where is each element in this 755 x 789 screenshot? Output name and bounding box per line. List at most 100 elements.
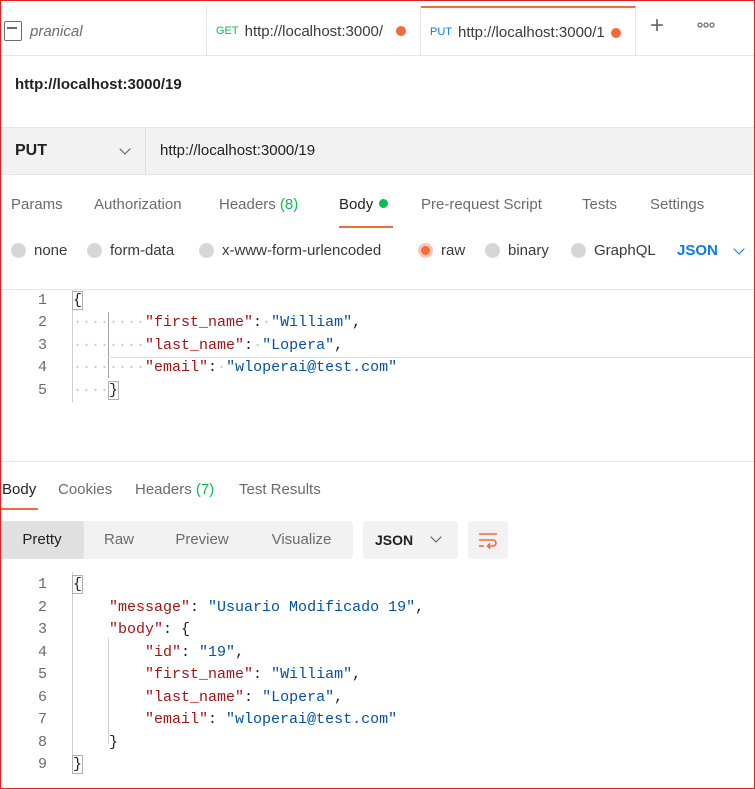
line-number: 5 xyxy=(37,382,47,399)
response-tab-headers[interactable]: Headers (7) xyxy=(135,481,214,498)
code-line: "email": "wloperai@test.com" xyxy=(145,711,398,728)
json-value: "Lopera" xyxy=(262,689,335,706)
radio-urlencoded[interactable]: x-www-form-urlencoded xyxy=(199,242,381,259)
tab-body-label: Body xyxy=(339,196,374,213)
radio-label: raw xyxy=(441,242,466,259)
radio-label: none xyxy=(34,242,68,259)
radio-icon xyxy=(485,243,500,258)
code-brace: { xyxy=(71,575,84,594)
response-body-viewer[interactable]: 1 2 3 4 5 6 7 8 9 { "message": "Usuario … xyxy=(0,572,755,782)
line-number: 6 xyxy=(37,689,47,706)
json-value: "19" xyxy=(199,644,236,661)
line-number: 5 xyxy=(37,666,47,683)
radio-none[interactable]: none xyxy=(11,242,67,259)
radio-icon xyxy=(87,243,102,258)
json-value: "Lopera" xyxy=(262,337,335,354)
unsaved-dot-icon xyxy=(611,28,621,38)
json-value: "wloperai@test.com" xyxy=(226,711,398,728)
radio-graphql[interactable]: GraphQL xyxy=(571,242,656,259)
response-format-select[interactable]: JSON xyxy=(363,521,458,559)
tab-method: PUT xyxy=(430,26,452,38)
json-value: "Usuario Modificado 19" xyxy=(208,599,416,616)
json-key: "last_name" xyxy=(145,337,245,354)
wrap-lines-icon xyxy=(479,533,497,550)
response-format-label: JSON xyxy=(375,532,414,548)
json-key: "body" xyxy=(109,621,164,638)
tab-prerequest-script[interactable]: Pre-request Script xyxy=(421,196,542,213)
response-headers-count: (7) xyxy=(195,481,215,498)
radio-icon xyxy=(199,243,214,258)
headers-count: (8) xyxy=(279,196,299,213)
code-line: } xyxy=(73,734,118,751)
body-indicator-icon xyxy=(379,199,389,208)
line-number: 1 xyxy=(37,292,47,309)
url-bar: PUT http://localhost:3000/19 xyxy=(0,127,755,175)
view-preview-button[interactable]: Preview xyxy=(154,521,250,559)
code-line: "last_name": "Lopera", xyxy=(145,689,344,706)
response-tab-cookies[interactable]: Cookies xyxy=(58,481,112,498)
code-line: { xyxy=(71,291,84,310)
tab-url: http://localhost:3000/ xyxy=(244,22,384,40)
radio-raw[interactable]: raw xyxy=(418,242,465,259)
radio-selected-icon xyxy=(418,243,433,258)
method-select[interactable]: PUT xyxy=(0,128,146,174)
json-key: "last_name" xyxy=(145,689,245,706)
tab-tests[interactable]: Tests xyxy=(582,196,617,213)
tab-headers[interactable]: Headers (8) xyxy=(219,196,298,213)
view-raw-button[interactable]: Raw xyxy=(84,521,154,559)
url-input[interactable]: http://localhost:3000/19 xyxy=(160,142,315,159)
body-language-select[interactable]: JSON xyxy=(677,242,718,259)
json-key: "first_name" xyxy=(145,314,254,331)
wrap-lines-button[interactable] xyxy=(468,521,508,559)
code-line: ····} xyxy=(73,381,120,400)
tab-params[interactable]: Params xyxy=(11,196,63,213)
request-title[interactable]: http://localhost:3000/19 xyxy=(15,76,182,93)
code-brace: { xyxy=(71,291,84,310)
line-number: 8 xyxy=(37,734,47,751)
radio-form-data[interactable]: form-data xyxy=(87,242,174,259)
document-icon xyxy=(4,21,22,41)
view-pretty-button[interactable]: Pretty xyxy=(0,521,84,559)
new-tab-button[interactable]: + xyxy=(650,14,664,38)
line-number: 3 xyxy=(37,337,47,354)
tab-settings[interactable]: Settings xyxy=(650,196,704,213)
tab-label: pranical xyxy=(30,22,83,40)
response-tab-body[interactable]: Body xyxy=(2,481,36,498)
tab-put-request[interactable]: PUT http://localhost:3000/1 xyxy=(421,6,636,56)
current-line-highlight xyxy=(108,357,755,358)
tab-bar: pranical GET http://localhost:3000/ PUT … xyxy=(0,0,755,56)
more-tabs-icon[interactable] xyxy=(697,16,715,32)
tab-get-request[interactable]: GET http://localhost:3000/ xyxy=(207,6,421,56)
json-value: "William" xyxy=(271,666,353,683)
radio-label: form-data xyxy=(110,242,175,259)
radio-binary[interactable]: binary xyxy=(485,242,549,259)
tab-headers-label: Headers xyxy=(219,196,276,213)
code-brace: { xyxy=(181,621,191,638)
tab-url: http://localhost:3000/1 xyxy=(458,23,605,41)
code-brace: } xyxy=(108,381,120,400)
line-number: 4 xyxy=(37,644,47,661)
tab-authorization[interactable]: Authorization xyxy=(94,196,182,213)
code-line: { xyxy=(71,575,84,594)
line-number: 4 xyxy=(37,359,47,376)
tab-body[interactable]: Body xyxy=(339,196,389,213)
response-tab-headers-label: Headers xyxy=(135,481,192,498)
json-key: "id" xyxy=(145,644,182,661)
code-line: } xyxy=(71,755,84,774)
chevron-down-icon[interactable] xyxy=(733,243,745,255)
code-line: "id": "19", xyxy=(145,644,245,661)
json-key: "message" xyxy=(109,599,191,616)
code-line: ········"email":·"wloperai@test.com" xyxy=(73,359,398,376)
radio-icon xyxy=(571,243,586,258)
tab-workspace[interactable]: pranical xyxy=(0,6,207,56)
radio-label: binary xyxy=(508,242,549,259)
chevron-down-icon xyxy=(119,143,131,155)
response-tab-test-results[interactable]: Test Results xyxy=(239,481,321,498)
request-body-editor[interactable]: 1 2 3 4 5 { ········"first_name":·"Willi… xyxy=(0,289,755,462)
unsaved-dot-icon xyxy=(396,26,406,36)
json-key: "email" xyxy=(145,711,209,728)
json-key: "email" xyxy=(145,359,209,376)
view-visualize-button[interactable]: Visualize xyxy=(250,521,353,559)
body-type-options: none form-data x-www-form-urlencoded raw… xyxy=(0,242,755,264)
line-number: 9 xyxy=(37,756,47,773)
